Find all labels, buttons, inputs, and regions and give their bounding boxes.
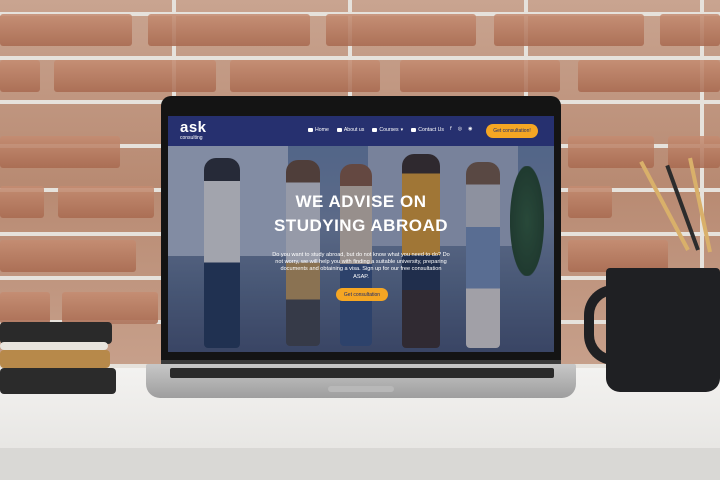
laptop-screen: ask consulting Home About us Courses ▾ Co…	[168, 116, 554, 352]
header-consultation-button[interactable]: Get consultation!	[486, 124, 538, 138]
brick	[568, 186, 612, 218]
laptop-keyboard	[170, 368, 554, 378]
nav-item-contact[interactable]: Contact Us	[411, 127, 444, 133]
home-icon	[308, 128, 313, 132]
facebook-icon[interactable]: f	[450, 126, 452, 132]
hero-section: WE ADVISE ON STUDYING ABROAD Do you want…	[168, 146, 554, 352]
pencil-holder	[639, 150, 720, 268]
laptop-trackpad	[328, 386, 394, 392]
book-pages	[0, 342, 108, 350]
book-icon	[372, 128, 378, 132]
book	[0, 350, 110, 368]
nav-item-home[interactable]: Home	[308, 127, 329, 133]
brick	[0, 292, 50, 324]
book	[0, 368, 116, 394]
brick	[660, 14, 720, 46]
hero-consultation-button[interactable]: Get consultation	[336, 288, 388, 301]
social-links: f ◎ ◉	[450, 126, 473, 132]
hero-description: Do you want to study abroad, but do not …	[272, 252, 450, 280]
brick	[148, 14, 310, 46]
brick	[0, 240, 136, 272]
logo-subtitle: consulting	[180, 135, 203, 141]
logo-word: ask	[180, 119, 207, 136]
brick	[326, 14, 476, 46]
brick	[230, 60, 380, 92]
brick	[58, 186, 154, 218]
brick	[0, 136, 120, 168]
brick	[0, 14, 132, 46]
hero-title-line1: WE ADVISE ON	[295, 192, 427, 211]
brick	[400, 60, 560, 92]
nav-item-courses[interactable]: Courses ▾	[372, 127, 403, 133]
nav-item-about[interactable]: About us	[336, 127, 364, 133]
main-nav: Home About us Courses ▾ Contact Us	[308, 127, 444, 133]
site-header: ask consulting Home About us Courses ▾ Co…	[168, 116, 554, 146]
hero-title-line2: STUDYING ABROAD	[273, 216, 449, 235]
coffee-mug	[606, 268, 720, 392]
brick	[0, 60, 40, 92]
site-logo[interactable]: ask consulting	[180, 119, 207, 141]
chevron-down-icon: ▾	[400, 127, 404, 133]
brick	[494, 14, 644, 46]
user-icon	[336, 128, 342, 132]
brick	[578, 60, 720, 92]
whatsapp-icon[interactable]: ◉	[468, 126, 472, 132]
book	[0, 322, 112, 344]
hero-overlay	[168, 146, 554, 352]
desk-edge	[0, 448, 720, 480]
mail-icon	[411, 128, 417, 132]
brick	[62, 292, 158, 324]
brick	[54, 60, 216, 92]
brick	[0, 186, 44, 218]
instagram-icon[interactable]: ◎	[458, 126, 462, 132]
